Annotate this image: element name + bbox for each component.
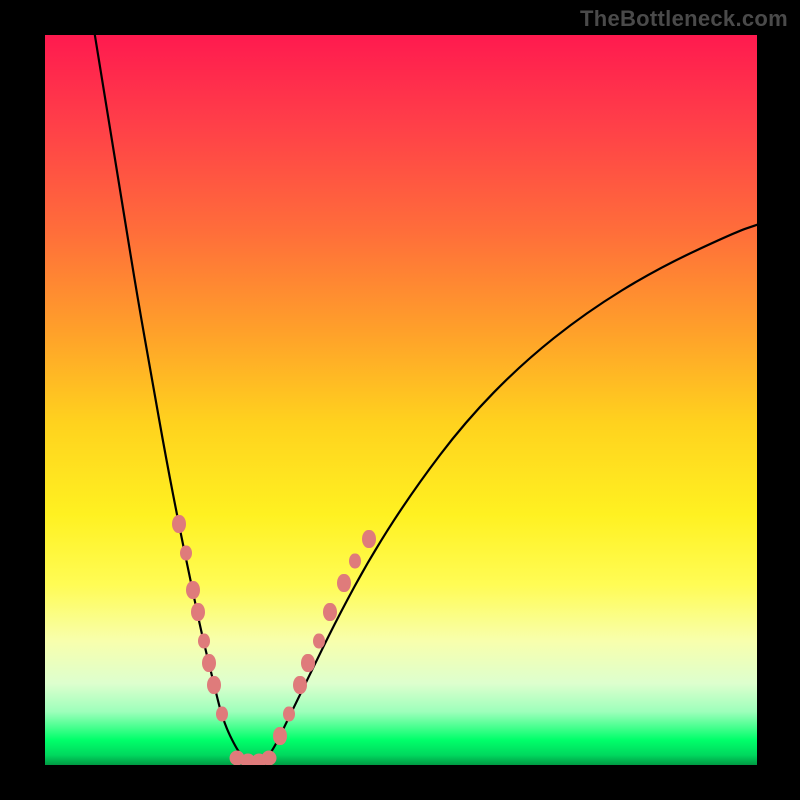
watermark-text: TheBottleneck.com bbox=[580, 6, 788, 32]
data-marker bbox=[207, 676, 221, 694]
data-marker bbox=[186, 581, 200, 599]
plot-area bbox=[45, 35, 757, 765]
data-marker bbox=[362, 530, 376, 548]
data-marker bbox=[262, 750, 277, 765]
data-marker bbox=[283, 706, 295, 721]
data-marker bbox=[216, 706, 228, 721]
data-marker bbox=[273, 727, 287, 745]
bottleneck-curve bbox=[45, 35, 757, 765]
chart-frame: TheBottleneck.com bbox=[0, 0, 800, 800]
data-marker bbox=[293, 676, 307, 694]
data-marker bbox=[191, 603, 205, 621]
data-marker bbox=[313, 633, 325, 648]
curve-path bbox=[95, 35, 757, 761]
data-marker bbox=[172, 515, 186, 533]
data-marker bbox=[301, 654, 315, 672]
data-marker bbox=[349, 553, 361, 568]
data-marker bbox=[198, 633, 210, 648]
data-marker bbox=[202, 654, 216, 672]
data-marker bbox=[337, 574, 351, 592]
data-marker bbox=[323, 603, 337, 621]
data-marker bbox=[180, 546, 192, 561]
